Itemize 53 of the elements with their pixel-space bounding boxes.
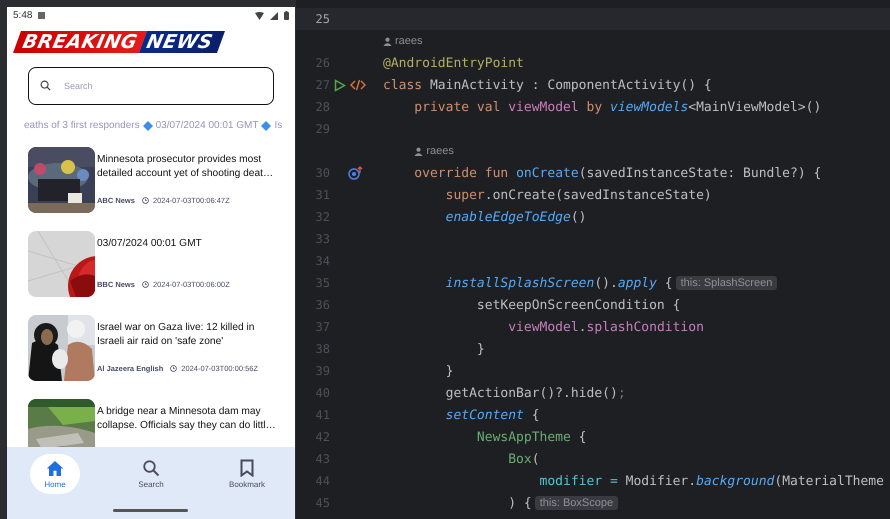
code-line: getActionBar()?.hide(); bbox=[444, 386, 626, 400]
clock-icon bbox=[142, 197, 149, 204]
ticker-text: Is bbox=[274, 120, 282, 131]
article-title: A bridge near a Minnesota dam may collapse. Officials say they can do littl… bbox=[97, 405, 277, 433]
code-line: modifier = Modifier.background(MaterialTheme bbox=[538, 474, 884, 488]
code-line: installSplashScreen().apply { bbox=[444, 276, 673, 290]
code-line: setKeepOnScreenCondition { bbox=[476, 298, 680, 312]
code-line: ) { bbox=[507, 496, 532, 510]
diamond-icon bbox=[261, 120, 272, 130]
person-icon bbox=[383, 36, 392, 46]
author-hint[interactable]: raees bbox=[383, 35, 423, 47]
inlay-hint: this: SplashScreen bbox=[676, 276, 778, 290]
signal-icon bbox=[270, 12, 278, 20]
search-icon bbox=[40, 80, 51, 91]
run-icon[interactable] bbox=[334, 78, 346, 92]
clock-icon bbox=[142, 281, 149, 288]
code-line: class MainActivity : ComponentActivity() { bbox=[383, 78, 712, 92]
code-line: Box( bbox=[507, 452, 540, 466]
person-icon bbox=[414, 146, 424, 156]
article-title: Minnesota prosecutor provides most detailed account yet of shooting deat… bbox=[97, 153, 274, 181]
search-icon bbox=[142, 459, 160, 477]
code-line: enableEdgeToEdge() bbox=[444, 210, 586, 224]
gesture-handle[interactable] bbox=[113, 509, 188, 512]
clock-icon bbox=[170, 365, 178, 372]
nav-tab[interactable]: Home bbox=[30, 454, 80, 494]
diamond-icon bbox=[142, 120, 153, 130]
bookmark-icon bbox=[240, 459, 254, 477]
code-line: override fun onCreate(savedInstanceState: Bundle?) { bbox=[413, 166, 822, 180]
home-icon bbox=[46, 460, 64, 476]
inlay-hint: this: BoxScope bbox=[534, 496, 618, 510]
wifi-icon bbox=[255, 12, 264, 20]
notification-icon bbox=[38, 12, 46, 19]
line-number: 25 bbox=[314, 12, 330, 26]
code-line: } bbox=[444, 364, 454, 378]
code-line: @AndroidEntryPoint bbox=[383, 56, 524, 70]
code-icon[interactable] bbox=[350, 79, 366, 91]
author-hint[interactable]: raees bbox=[414, 145, 454, 157]
status-time: 5:48 bbox=[13, 10, 32, 21]
ticker-text: 03/07/2024 00:01 GMT bbox=[156, 120, 258, 131]
override-icon[interactable] bbox=[348, 166, 364, 180]
battery-icon bbox=[284, 11, 289, 20]
code-line: viewModel.splashCondition bbox=[507, 320, 704, 334]
nav-tab[interactable]: Bookmark bbox=[222, 454, 272, 494]
code-line: } bbox=[476, 342, 485, 356]
code-line: setContent { bbox=[444, 408, 540, 422]
nav-tab[interactable]: Search bbox=[126, 454, 176, 494]
code-line: super.onCreate(savedInstanceState) bbox=[444, 188, 712, 202]
article-title: 03/07/2024 00:01 GMT bbox=[97, 237, 203, 251]
ticker-text: eaths of 3 first responders bbox=[24, 120, 140, 131]
article-title: Israel war on Gaza live: 12 killed in Israeli air raid on 'safe zone' bbox=[97, 321, 256, 349]
search-field[interactable]: Search bbox=[28, 67, 274, 105]
code-line: private val viewModel by viewModels<MainViewModel>() bbox=[413, 100, 822, 114]
code-line: NewsAppTheme { bbox=[476, 430, 586, 444]
